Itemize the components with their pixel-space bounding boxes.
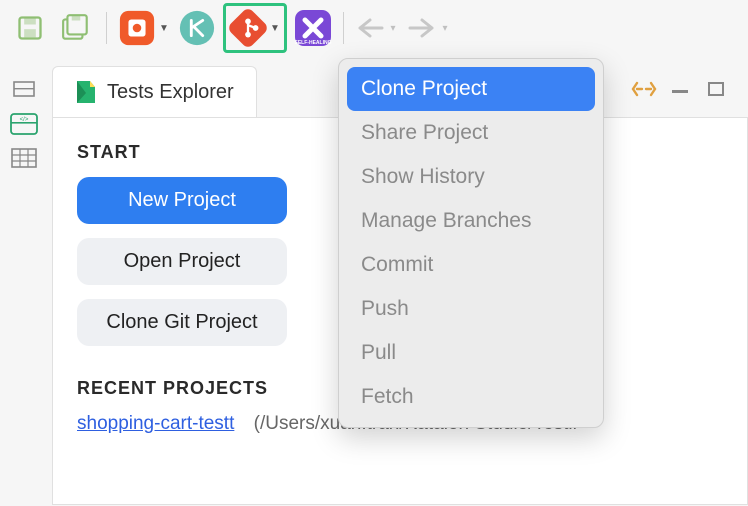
minimize-icon[interactable]	[667, 78, 693, 100]
self-healing-icon[interactable]: SELF-HEALING	[293, 8, 333, 48]
tab-tests-explorer[interactable]: Tests Explorer	[52, 66, 257, 117]
recent-project-link[interactable]: shopping-cart-testt	[77, 413, 234, 434]
toolbar-separator	[343, 12, 344, 44]
git-button-group[interactable]: ▼	[228, 8, 282, 48]
chevron-down-icon[interactable]: ▾	[438, 23, 452, 34]
git-icon	[228, 8, 268, 48]
clone-git-project-button[interactable]: Clone Git Project	[77, 299, 287, 346]
menu-item-commit: Commit	[347, 243, 595, 287]
tests-explorer-icon	[75, 79, 97, 105]
tests-tree-icon[interactable]: </>	[10, 112, 38, 136]
katalon-icon[interactable]	[177, 8, 217, 48]
save-all-icon[interactable]	[56, 8, 96, 48]
save-icon[interactable]	[10, 8, 50, 48]
link-editor-icon[interactable]	[631, 78, 657, 100]
nav-back-group[interactable]: ▾	[354, 17, 400, 39]
self-healing-label: SELF-HEALING	[293, 40, 333, 46]
menu-item-fetch: Fetch	[347, 375, 595, 419]
chevron-down-icon[interactable]: ▼	[268, 23, 282, 34]
menu-item-show-history: Show History	[347, 155, 595, 199]
open-project-button[interactable]: Open Project	[77, 238, 287, 285]
menu-item-share-project: Share Project	[347, 111, 595, 155]
git-dropdown-menu: Clone Project Share Project Show History…	[338, 58, 604, 428]
toolbar-separator	[106, 12, 107, 44]
maximize-icon[interactable]	[703, 78, 729, 100]
outline-icon[interactable]	[10, 78, 38, 102]
menu-item-push: Push	[347, 287, 595, 331]
chevron-down-icon[interactable]: ▾	[386, 23, 400, 34]
menu-item-manage-branches: Manage Branches	[347, 199, 595, 243]
table-icon[interactable]	[10, 146, 38, 170]
menu-item-clone-project[interactable]: Clone Project	[347, 67, 595, 111]
nav-forward-group[interactable]: ▾	[406, 17, 452, 39]
arrow-left-icon	[354, 17, 386, 39]
main-toolbar: ▼ ▼ SELF-HEALING ▾ ▾	[0, 0, 748, 56]
record-button-group[interactable]: ▼	[117, 8, 171, 48]
panel-controls	[631, 78, 747, 100]
new-project-button[interactable]: New Project	[77, 177, 287, 224]
record-icon	[117, 8, 157, 48]
arrow-right-icon	[406, 17, 438, 39]
svg-text:</>: </>	[20, 117, 29, 123]
left-rail: </>	[0, 56, 48, 506]
chevron-down-icon[interactable]: ▼	[157, 23, 171, 34]
git-button-highlight: ▼	[223, 3, 287, 53]
menu-item-pull: Pull	[347, 331, 595, 375]
tab-title: Tests Explorer	[107, 81, 234, 104]
